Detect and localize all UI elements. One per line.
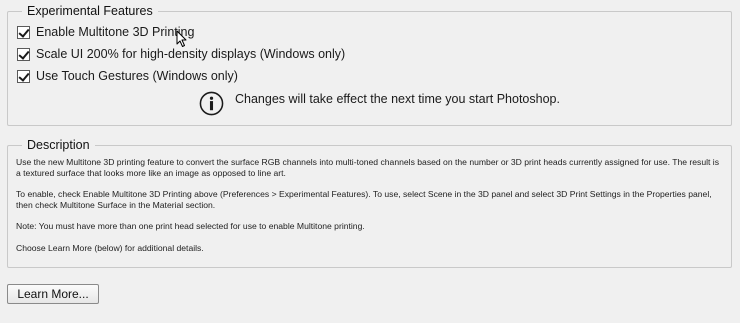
checkbox-box[interactable]: [17, 69, 30, 83]
checkbox-label: Enable Multitone 3D Printing: [36, 25, 195, 39]
description-body: Use the new Multitone 3D printing featur…: [16, 157, 724, 264]
checkbox-touch-gestures[interactable]: Use Touch Gestures (Windows only): [17, 68, 238, 84]
mouse-cursor-icon: [176, 30, 187, 47]
experimental-features-group: Experimental Features Enable Multitone 3…: [7, 3, 732, 126]
description-paragraph: Use the new Multitone 3D printing featur…: [16, 157, 720, 178]
description-paragraph: To enable, check Enable Multitone 3D Pri…: [16, 189, 712, 210]
learn-more-button[interactable]: Learn More...: [7, 284, 99, 304]
description-group: Description Use the new Multitone 3D pri…: [7, 137, 732, 268]
checkmark-icon: [18, 47, 30, 60]
experimental-features-title: Experimental Features: [22, 3, 158, 19]
checkbox-box[interactable]: [17, 47, 30, 61]
checkbox-label: Use Touch Gestures (Windows only): [36, 69, 238, 83]
description-paragraph: Note: You must have more than one print …: [16, 221, 365, 232]
checkbox-box[interactable]: [17, 25, 30, 39]
checkbox-label: Scale UI 200% for high-density displays …: [36, 47, 346, 61]
info-message: Changes will take effect the next time y…: [235, 92, 560, 106]
checkbox-scale-ui-200[interactable]: Scale UI 200% for high-density displays …: [17, 46, 345, 62]
description-paragraph: Choose Learn More (below) for additional…: [16, 242, 204, 253]
checkbox-multitone-3d-printing[interactable]: Enable Multitone 3D Printing: [17, 24, 194, 40]
info-circle-icon: [199, 91, 224, 116]
checkmark-icon: [18, 25, 30, 38]
checkmark-icon: [18, 69, 30, 82]
description-title: Description: [22, 137, 95, 153]
